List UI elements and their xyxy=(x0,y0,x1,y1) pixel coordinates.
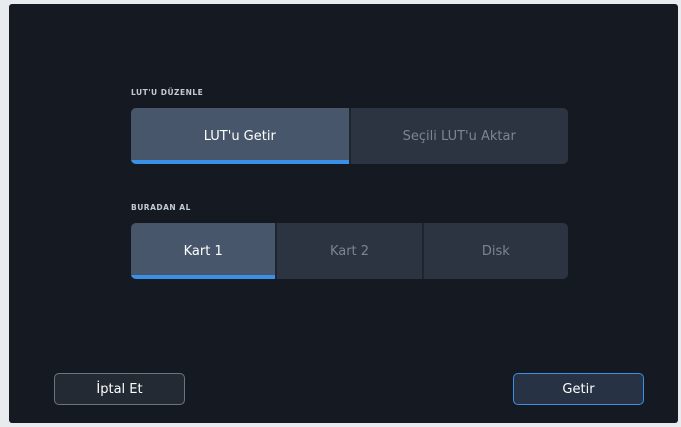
import-lut-option-label: LUT'u Getir xyxy=(203,128,276,144)
card-2-option[interactable]: Kart 2 xyxy=(277,223,422,279)
disk-option[interactable]: Disk xyxy=(423,223,568,279)
disk-option-label: Disk xyxy=(481,243,510,259)
cancel-button[interactable]: İptal Et xyxy=(54,373,185,405)
import-button[interactable]: Getir xyxy=(513,373,644,405)
export-selected-lut-option-label: Seçili LUT'u Aktar xyxy=(402,128,516,144)
source-section-title: BURADAN AL xyxy=(131,203,191,212)
source-segmented-control: Kart 1 Kart 2 Disk xyxy=(131,223,568,279)
cancel-button-label: İptal Et xyxy=(96,381,143,397)
card-2-option-label: Kart 2 xyxy=(329,243,370,259)
card-1-option-label: Kart 1 xyxy=(183,243,223,259)
edit-lut-segmented-control: LUT'u Getir Seçili LUT'u Aktar xyxy=(131,108,568,164)
import-button-label: Getir xyxy=(562,381,595,397)
card-1-option[interactable]: Kart 1 xyxy=(131,223,276,279)
edit-lut-section-title: LUT'U DÜZENLE xyxy=(131,88,204,97)
import-lut-option[interactable]: LUT'u Getir xyxy=(131,108,349,164)
import-lut-dialog: LUT'U DÜZENLE LUT'u Getir Seçili LUT'u A… xyxy=(9,4,678,423)
export-selected-lut-option[interactable]: Seçili LUT'u Aktar xyxy=(350,108,568,164)
